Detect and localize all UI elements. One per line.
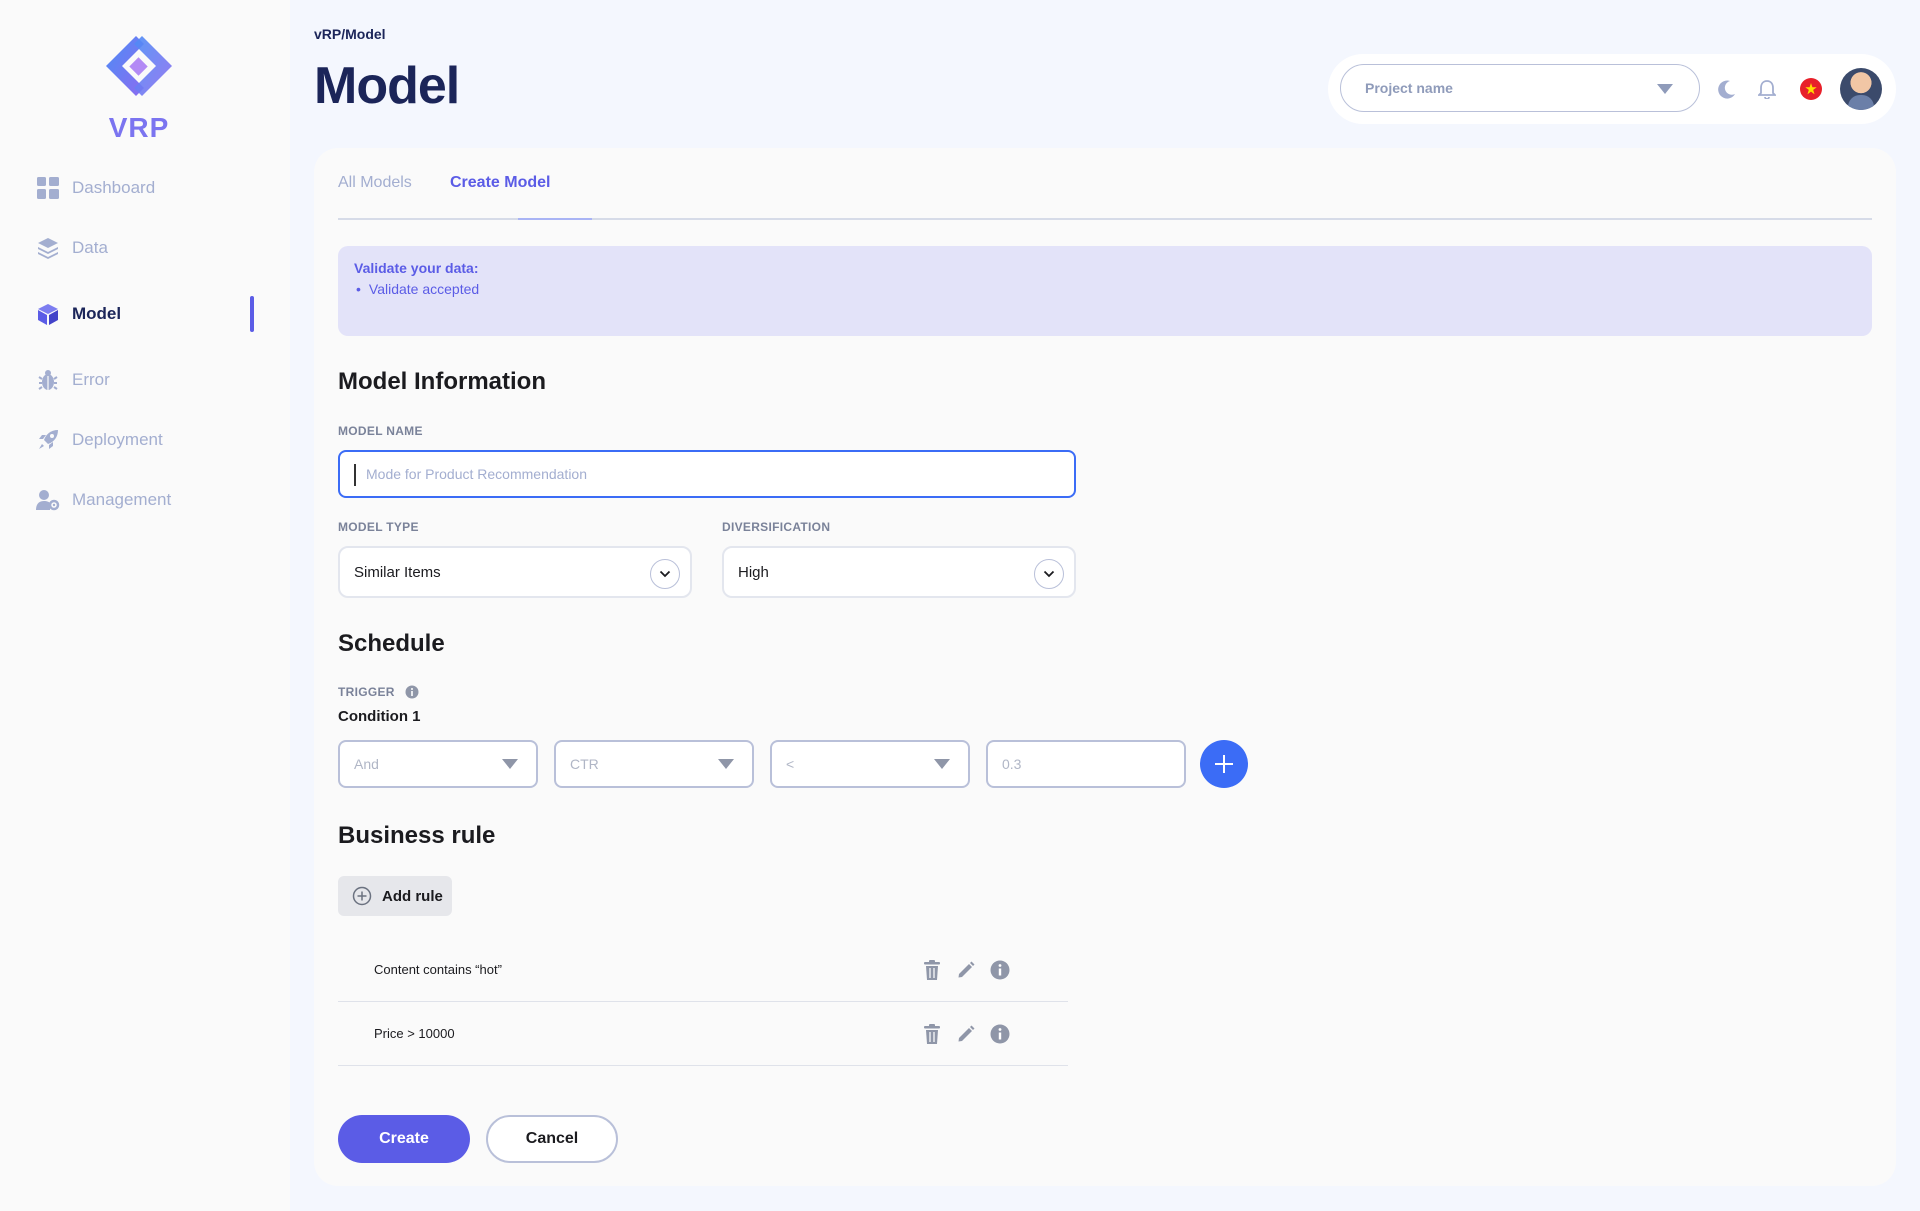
sidebar-item-data[interactable]: Data <box>36 230 254 266</box>
project-select-placeholder: Project name <box>1365 80 1453 96</box>
cube-icon <box>36 302 60 326</box>
bell-icon[interactable] <box>1754 76 1780 102</box>
breadcrumb[interactable]: vRP/Model <box>314 26 386 42</box>
logo-icon <box>106 36 172 96</box>
sidebar-item-label: Management <box>72 490 172 509</box>
condition-logic-value: And <box>354 756 379 772</box>
pencil-icon[interactable] <box>954 958 978 982</box>
plus-icon <box>1215 755 1233 773</box>
rule-text: Content contains “hot” <box>374 962 502 977</box>
avatar[interactable] <box>1840 68 1882 110</box>
sidebar-item-model[interactable]: Model <box>36 296 254 332</box>
condition-value-input[interactable]: 0.3 <box>986 740 1186 788</box>
pencil-icon[interactable] <box>954 1022 978 1046</box>
info-icon[interactable] <box>405 685 419 699</box>
tab-all-models[interactable]: All Models <box>338 174 412 192</box>
sidebar-item-deployment[interactable]: Deployment <box>36 422 254 458</box>
model-type-label: MODEL TYPE <box>338 520 419 534</box>
sidebar-item-management[interactable]: Management <box>36 482 254 518</box>
plus-circle-icon <box>352 886 372 906</box>
rocket-icon <box>36 428 60 452</box>
caret-down-icon <box>718 759 734 769</box>
rule-text: Price > 10000 <box>374 1026 455 1041</box>
tab-bar: All Models Create Model <box>338 148 1872 220</box>
trash-icon[interactable] <box>920 958 944 982</box>
rule-row: Content contains “hot” <box>338 938 1068 1002</box>
sidebar-item-label: Deployment <box>72 430 163 449</box>
add-rule-label: Add rule <box>382 887 443 905</box>
info-icon[interactable] <box>988 958 1012 982</box>
caret-down-icon <box>502 759 518 769</box>
sidebar: VRP Dashboard Data Model Error Deploymen… <box>0 0 290 1211</box>
sidebar-item-dashboard[interactable]: Dashboard <box>36 170 254 206</box>
sidebar-item-error[interactable]: Error <box>36 362 254 398</box>
project-select[interactable]: Project name <box>1340 64 1700 112</box>
caret-down-icon <box>1657 84 1673 94</box>
dashboard-icon <box>36 176 60 200</box>
model-type-value: Similar Items <box>354 563 441 581</box>
logo-text: VRP <box>108 112 170 143</box>
model-type-select[interactable]: Similar Items <box>338 546 692 598</box>
active-tab-indicator <box>518 218 592 220</box>
vrp-logo[interactable]: VRP <box>96 32 182 144</box>
condition-value-placeholder: 0.3 <box>1002 756 1022 772</box>
trigger-label: TRIGGER <box>338 685 395 699</box>
user-gear-icon <box>36 488 60 512</box>
model-name-placeholder: Mode for Product Recommendation <box>366 466 587 482</box>
trash-icon[interactable] <box>920 1022 944 1046</box>
sidebar-item-label: Error <box>72 370 110 389</box>
bug-icon <box>36 368 60 392</box>
sidebar-item-label: Model <box>72 304 122 323</box>
diversification-label: DIVERSIFICATION <box>722 520 831 534</box>
page-title: Model <box>314 57 460 115</box>
create-button[interactable]: Create <box>338 1115 470 1163</box>
rule-row: Price > 10000 <box>338 1002 1068 1066</box>
schedule-title: Schedule <box>338 630 445 657</box>
add-rule-button[interactable]: Add rule <box>338 876 452 916</box>
alert-title: Validate your data: <box>354 260 479 276</box>
business-rule-title: Business rule <box>338 822 496 849</box>
main-card: All Models Create Model Validate your da… <box>314 148 1896 1186</box>
condition-metric-value: CTR <box>570 756 599 772</box>
model-information-title: Model Information <box>338 368 546 395</box>
condition-operator-value: < <box>786 756 795 772</box>
tab-create-model[interactable]: Create Model <box>450 174 550 192</box>
validation-alert: Validate your data: Validate accepted <box>338 246 1872 336</box>
text-cursor <box>354 464 356 486</box>
chevron-down-icon <box>1034 559 1064 589</box>
layers-icon <box>36 236 60 260</box>
model-name-label: MODEL NAME <box>338 424 423 438</box>
condition-label: Condition 1 <box>338 708 421 725</box>
vietnam-flag-icon[interactable] <box>1798 76 1824 102</box>
chevron-down-icon <box>650 559 680 589</box>
sidebar-item-label: Dashboard <box>72 178 156 197</box>
info-icon[interactable] <box>988 1022 1012 1046</box>
caret-down-icon <box>934 759 950 769</box>
model-name-input[interactable]: Mode for Product Recommendation <box>338 450 1076 498</box>
moon-icon[interactable] <box>1714 76 1740 102</box>
diversification-select[interactable]: High <box>722 546 1076 598</box>
diversification-value: High <box>738 563 769 581</box>
condition-operator-select[interactable]: < <box>770 740 970 788</box>
alert-item: Validate accepted <box>354 281 1856 297</box>
condition-logic-select[interactable]: And <box>338 740 538 788</box>
add-condition-button[interactable] <box>1200 740 1248 788</box>
trigger-label-row: TRIGGER <box>338 685 419 699</box>
condition-metric-select[interactable]: CTR <box>554 740 754 788</box>
sidebar-item-label: Data <box>72 238 108 257</box>
top-toolbar: Project name <box>1328 54 1896 124</box>
cancel-button[interactable]: Cancel <box>486 1115 618 1163</box>
